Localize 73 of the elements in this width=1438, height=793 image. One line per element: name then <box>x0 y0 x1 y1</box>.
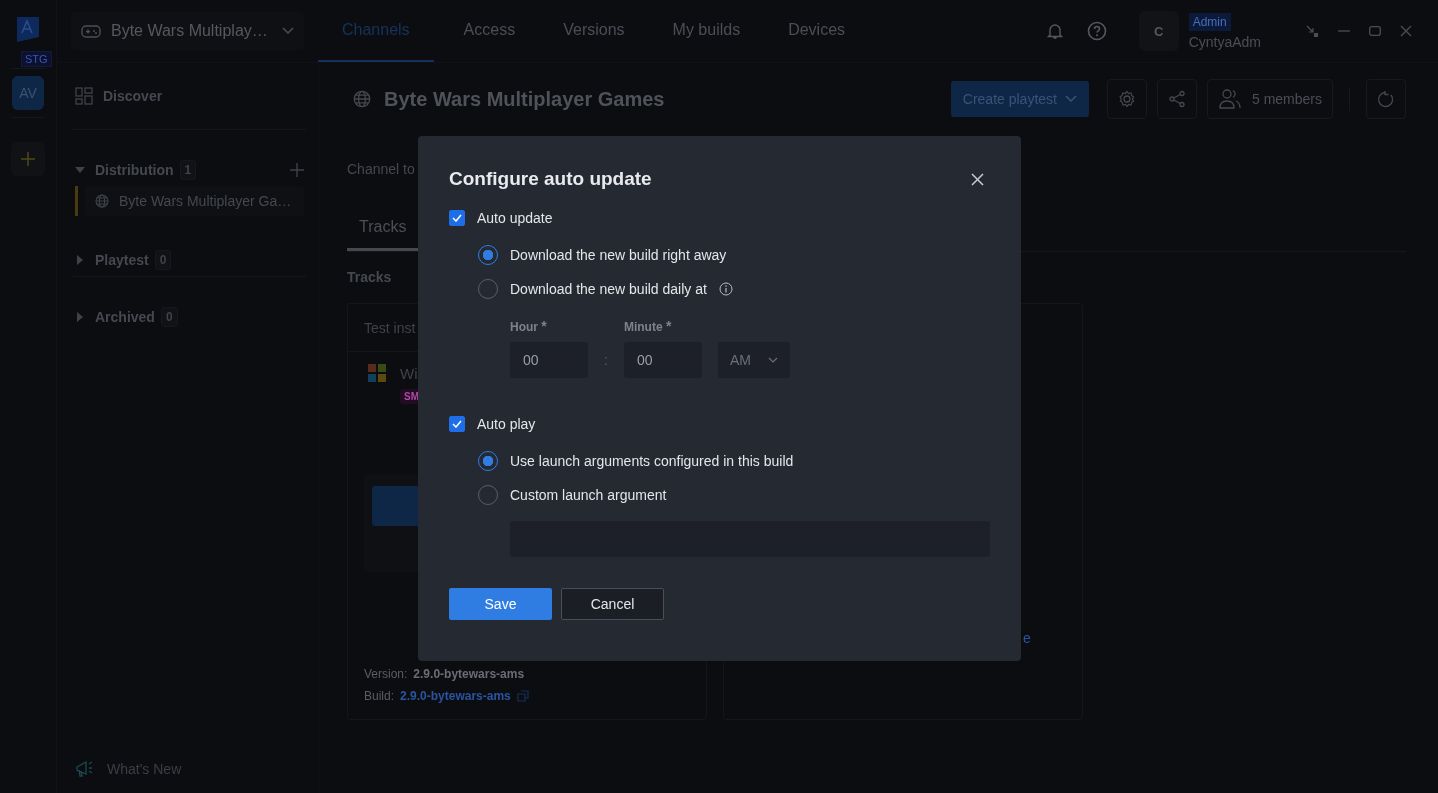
discover-link[interactable]: Discover <box>75 63 304 129</box>
nav-tab[interactable]: Devices <box>764 0 870 62</box>
refresh-icon <box>1377 90 1395 108</box>
windows-logo-icon <box>368 364 386 382</box>
nav-tab[interactable]: My builds <box>648 0 765 62</box>
globe-icon <box>353 90 371 108</box>
minute-field[interactable]: 00 <box>623 342 702 378</box>
restore-icon[interactable] <box>1305 24 1319 38</box>
platform-name: Wi <box>400 364 418 382</box>
hour-field[interactable]: 00 <box>510 342 588 378</box>
members-button[interactable]: 5 members <box>1206 79 1333 119</box>
radio-label: Download the new build right away <box>510 247 727 263</box>
user-name: CyntyaAdm <box>1188 33 1261 50</box>
role-badge: Admin <box>1188 12 1231 31</box>
caret-down-icon[interactable] <box>75 165 85 175</box>
settings-button[interactable] <box>1106 79 1147 119</box>
section-title: Tracks <box>347 269 392 285</box>
radio-label: Custom launch argument <box>510 487 667 503</box>
build-label: Build: <box>364 689 395 703</box>
maximize-icon[interactable] <box>1369 26 1381 36</box>
user-avatar[interactable]: C <box>1138 11 1179 51</box>
share-button[interactable] <box>1156 79 1197 119</box>
copy-icon[interactable] <box>516 690 529 702</box>
info-icon[interactable] <box>718 282 733 296</box>
nav-tab[interactable]: Versions <box>539 0 649 62</box>
page-title: Byte Wars Multiplayer Games <box>384 87 665 111</box>
build-link[interactable]: 2.9.0-bytewars-ams <box>400 689 511 703</box>
checkbox[interactable] <box>449 416 465 432</box>
caret-right-icon[interactable] <box>75 255 85 265</box>
radio-button[interactable] <box>478 451 498 471</box>
bell-icon[interactable] <box>1046 22 1063 40</box>
gamepad-icon <box>81 23 101 39</box>
dialog-title: Configure auto update <box>449 168 652 190</box>
plus-icon <box>20 151 36 167</box>
radio-label: Download the new build daily at <box>510 281 707 297</box>
add-workspace-button[interactable] <box>11 142 45 176</box>
time-separator: : <box>604 351 608 370</box>
nav-tab[interactable]: Channels <box>318 0 434 62</box>
group-label: Archived <box>95 309 155 325</box>
link-text[interactable]: e <box>1023 630 1031 646</box>
caret-right-icon[interactable] <box>75 312 85 322</box>
users-icon <box>1217 88 1242 110</box>
help-icon[interactable] <box>1086 21 1107 41</box>
save-button[interactable]: Save <box>449 588 552 620</box>
radio-button[interactable] <box>478 245 498 265</box>
share-icon <box>1167 90 1186 108</box>
cancel-button[interactable]: Cancel <box>561 588 664 620</box>
group-label: Distribution <box>95 162 174 178</box>
version-value: 2.9.0-bytewars-ams <box>413 667 525 681</box>
field-label: Hour * <box>510 318 548 334</box>
version-label: Version: <box>364 667 408 681</box>
add-icon[interactable] <box>290 163 304 177</box>
check-icon <box>452 420 462 428</box>
refresh-button[interactable] <box>1366 79 1406 119</box>
globe-icon <box>95 194 109 208</box>
environment-badge: STG <box>21 51 52 67</box>
nav-tab[interactable]: Access <box>439 0 540 62</box>
check-icon <box>452 214 462 222</box>
field-label: Minute * <box>623 318 673 334</box>
grid-icon <box>75 87 93 105</box>
gear-icon <box>1117 90 1136 108</box>
channel-label: Channel to <box>347 161 415 177</box>
app-logo-icon <box>15 15 41 43</box>
period-dropdown[interactable]: AM <box>717 342 790 378</box>
chevron-down-icon <box>767 357 778 363</box>
radio-label: Use launch arguments configured in this build <box>510 453 794 469</box>
checkbox[interactable] <box>449 210 465 226</box>
card-title: Test inst <box>364 319 416 336</box>
chevron-down-icon <box>282 27 294 35</box>
checkbox-label: Auto play <box>477 416 536 432</box>
checkbox-label: Auto update <box>477 210 553 226</box>
chevron-down-icon <box>1064 95 1077 103</box>
group-label: Playtest <box>95 252 149 268</box>
